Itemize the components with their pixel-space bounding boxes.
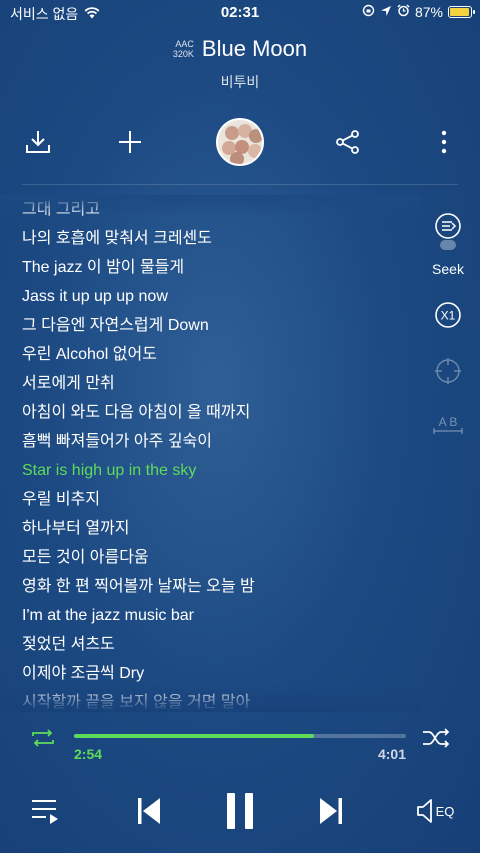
alarm-icon — [397, 4, 410, 20]
next-button[interactable] — [314, 785, 348, 837]
previous-icon — [138, 798, 160, 824]
song-title: Blue Moon — [201, 36, 308, 61]
status-bar: 서비스 없음 02:31 87% — [0, 0, 480, 26]
playlist-button[interactable] — [26, 785, 66, 837]
artist-name[interactable]: 비투비 — [0, 72, 480, 92]
pause-button[interactable] — [220, 785, 260, 837]
lyric-line[interactable]: I'm at the jazz music bar — [22, 601, 422, 630]
album-art[interactable] — [216, 118, 264, 166]
playback-speed-icon: X1 — [435, 302, 461, 328]
lyric-line[interactable]: 아침이 와도 다음 아침이 올 때까지 — [22, 398, 422, 427]
more-icon — [441, 130, 447, 154]
shuffle-button[interactable] — [420, 726, 452, 755]
codec-format: AAC — [175, 39, 194, 49]
lyric-line[interactable]: 젖었던 셔츠도 — [22, 630, 422, 659]
orientation-lock-icon — [362, 4, 375, 20]
lyric-line[interactable]: 모든 것이 아름다움 — [22, 543, 422, 572]
shuffle-icon — [423, 728, 450, 748]
previous-button[interactable] — [132, 785, 166, 837]
lyric-line[interactable]: 하나부터 열까지 — [22, 514, 422, 543]
pause-icon — [227, 793, 253, 829]
playlist-icon — [32, 800, 58, 824]
playback-controls: EQ — [0, 785, 480, 837]
progress-fill — [74, 734, 314, 738]
speed-button[interactable]: X1 — [430, 300, 466, 335]
battery-percent: 87% — [414, 4, 443, 20]
svg-text:EQ: EQ — [436, 804, 455, 819]
total-time: 4:01 — [377, 746, 406, 762]
lyrics-fade-bottom — [0, 684, 420, 712]
progress-bar[interactable] — [74, 734, 406, 738]
download-button[interactable] — [18, 122, 58, 162]
crosshair-icon — [435, 358, 461, 384]
ab-repeat-icon: A B — [433, 415, 463, 434]
lyric-line[interactable]: 영화 한 편 찍어볼까 날짜는 오늘 밤 — [22, 572, 422, 601]
seek-lyrics-icon — [435, 213, 461, 250]
lyric-line[interactable]: 우릴 비추지 — [22, 485, 422, 514]
lyric-line[interactable]: The jazz 이 밤이 물들게 — [22, 253, 422, 282]
share-icon — [336, 130, 359, 154]
codec-badge: AAC 320K — [173, 39, 194, 59]
equalizer-button[interactable]: EQ — [414, 785, 460, 837]
lyric-line[interactable]: 나의 호흡에 맞춰서 크레센도 — [22, 224, 422, 253]
add-button[interactable] — [110, 122, 150, 162]
location-icon — [380, 4, 392, 20]
divider — [22, 184, 458, 185]
focus-button[interactable] — [430, 356, 466, 391]
seek-label: Seek — [432, 261, 464, 277]
share-button[interactable] — [328, 122, 368, 162]
ab-repeat-button[interactable]: A B — [430, 414, 466, 441]
battery-icon — [448, 6, 475, 18]
repeat-icon — [32, 729, 54, 747]
codec-bitrate: 320K — [172, 49, 194, 59]
next-icon — [320, 798, 342, 824]
repeat-button[interactable] — [28, 726, 58, 755]
speed-label: X1 — [441, 309, 456, 323]
equalizer-icon: EQ — [417, 799, 455, 823]
lyrics-list[interactable]: 그대 그리고나의 호흡에 맞춰서 크레센도The jazz 이 밤이 물들게Ja… — [22, 195, 422, 710]
lyric-line[interactable]: 흠뻑 빠져들어가 아주 깊숙이 — [22, 427, 422, 456]
seek-toggle[interactable]: Seek — [430, 212, 466, 277]
add-icon — [119, 131, 141, 153]
lyric-line[interactable]: Jass it up up up now — [22, 282, 422, 311]
action-bar — [0, 118, 480, 170]
track-header: AAC 320K Blue Moon 비투비 — [0, 36, 480, 92]
lyrics-fade-top — [0, 195, 420, 217]
elapsed-time: 2:54 — [74, 746, 103, 762]
more-button[interactable] — [424, 122, 464, 162]
lyric-line[interactable]: 서로에게 만취 — [22, 369, 422, 398]
lyric-line[interactable]: 우린 Alcohol 없어도 — [22, 340, 422, 369]
lyric-line-active[interactable]: Star is high up in the sky — [22, 456, 422, 485]
download-icon — [26, 131, 50, 153]
progress-area: 2:54 4:01 — [0, 728, 480, 768]
ab-label: A B — [439, 415, 458, 429]
lyric-line[interactable]: 그 다음엔 자연스럽게 Down — [22, 311, 422, 340]
